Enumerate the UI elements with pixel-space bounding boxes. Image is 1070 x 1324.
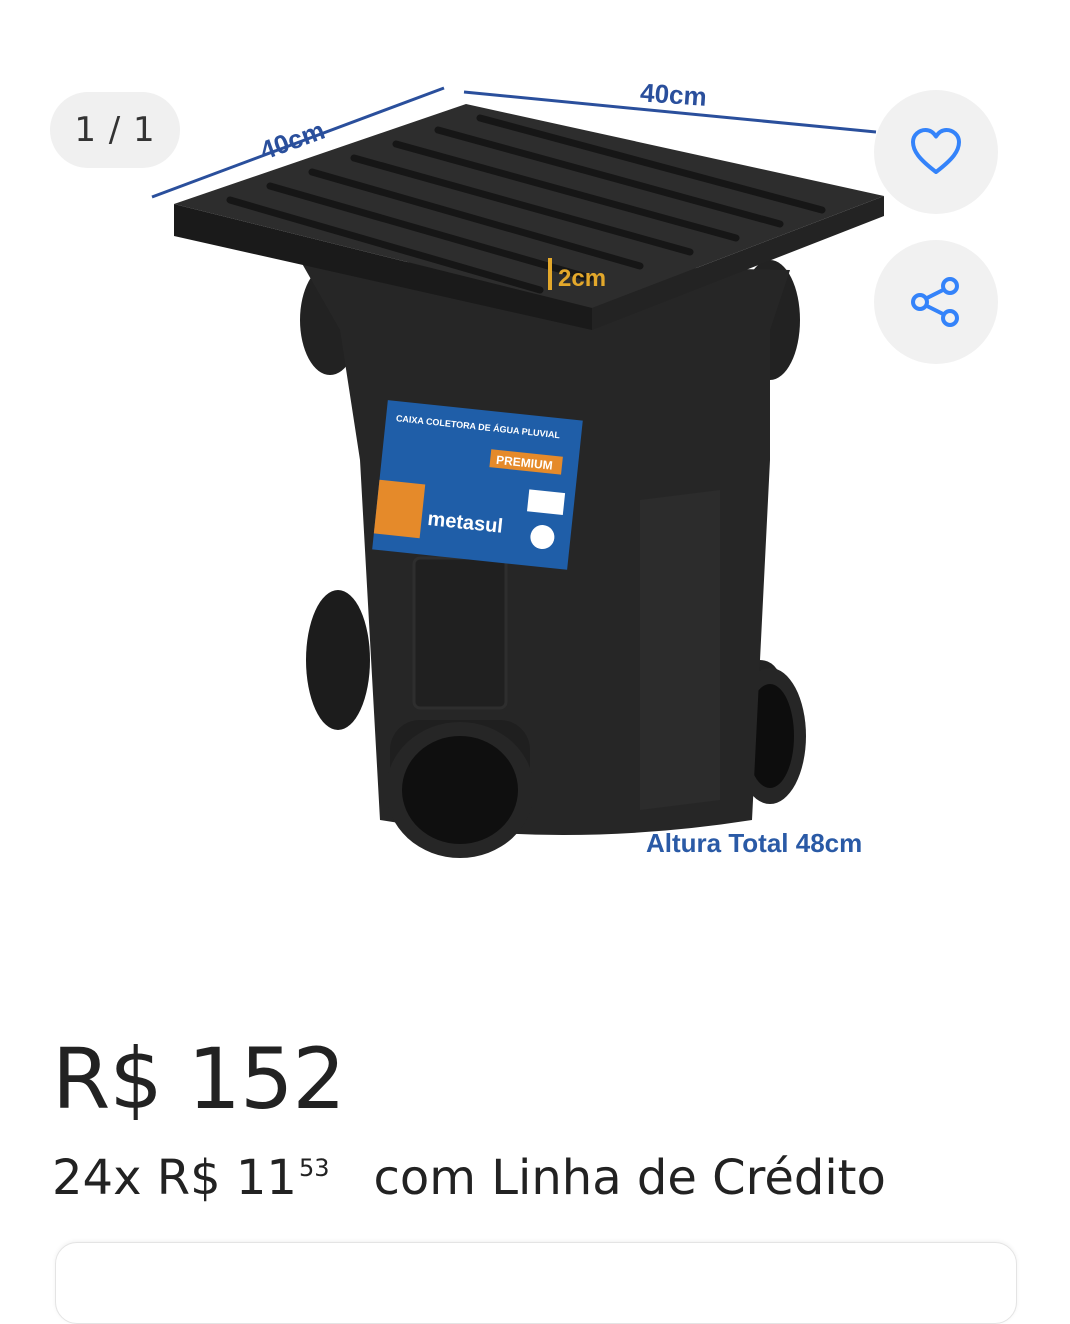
product-gallery[interactable]: 1 / 1 40cm 40cm 2cm CAIXA COLETORA DE ÁG… xyxy=(0,0,1070,960)
bottom-card[interactable] xyxy=(55,1242,1017,1324)
product-price: R$ 152 xyxy=(52,1030,346,1128)
height-label: Altura Total 48cm xyxy=(646,828,862,858)
dim-top-right: 40cm xyxy=(639,80,707,112)
product-image[interactable]: 40cm 40cm 2cm CAIXA COLETORA DE ÁGUA PLU… xyxy=(150,80,950,880)
dim-rim: 2cm xyxy=(558,265,606,292)
installment-amount: 24x R$ 11 xyxy=(52,1150,297,1206)
installments-info: 24x R$ 11 53 com Linha de Crédito xyxy=(52,1150,886,1206)
installment-method: com Linha de Crédito xyxy=(373,1150,886,1206)
installment-cents: 53 xyxy=(298,1154,330,1182)
